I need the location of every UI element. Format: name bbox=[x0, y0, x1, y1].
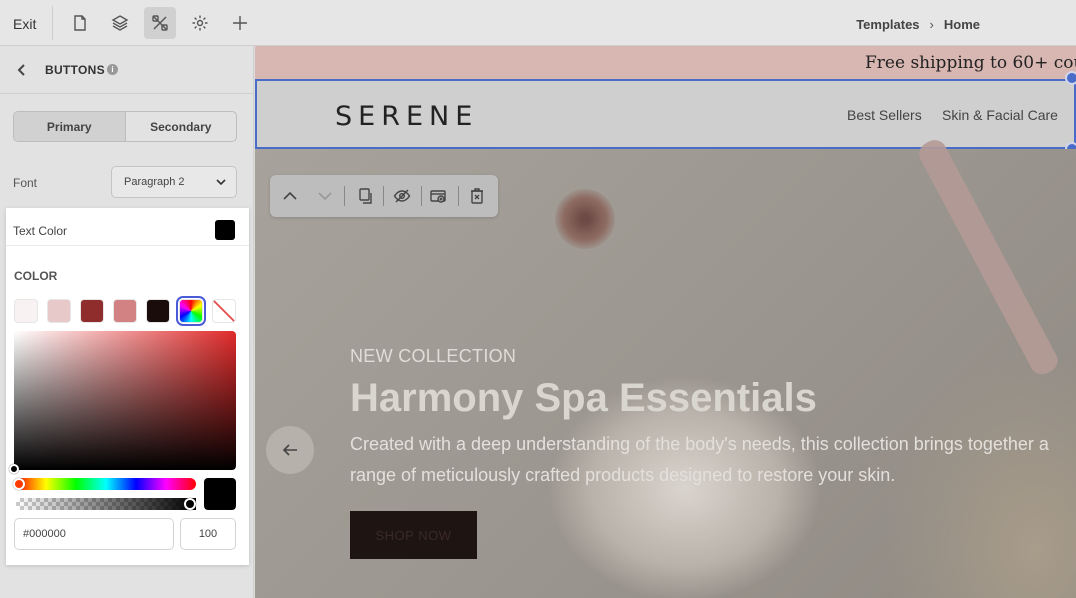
add-section-icon[interactable] bbox=[426, 184, 450, 208]
divider bbox=[52, 6, 53, 40]
hero-eyebrow: NEW COLLECTION bbox=[350, 346, 517, 366]
top-bar: Exit Templates › Home bbox=[0, 0, 1076, 46]
breadcrumb-templates[interactable]: Templates bbox=[856, 17, 919, 32]
color-preview bbox=[204, 478, 236, 510]
text-color-swatch[interactable] bbox=[215, 220, 235, 240]
design-tools-icon[interactable] bbox=[144, 7, 176, 39]
hero-image-roller bbox=[915, 135, 1062, 379]
breadcrumb-home[interactable]: Home bbox=[944, 17, 980, 32]
font-label: Font bbox=[13, 176, 38, 190]
duplicate-icon[interactable] bbox=[354, 184, 378, 208]
font-select[interactable]: Paragraph 2 bbox=[111, 166, 237, 198]
gear-icon[interactable] bbox=[184, 7, 216, 39]
hero-image-flower bbox=[555, 189, 615, 249]
color-heading: COLOR bbox=[14, 269, 58, 283]
hue-handle[interactable] bbox=[13, 478, 25, 490]
arrow-left-icon bbox=[282, 444, 297, 456]
plus-icon[interactable] bbox=[224, 7, 256, 39]
button-type-tabs: Primary Secondary bbox=[13, 111, 237, 142]
text-color-label: Text Color bbox=[13, 224, 68, 238]
delete-icon[interactable] bbox=[465, 184, 489, 208]
hero-description: Created with a deep understanding of the… bbox=[350, 434, 1049, 485]
page-icon[interactable] bbox=[64, 7, 96, 39]
divider bbox=[383, 186, 384, 206]
announcement-bar[interactable]: Free shipping to 60+ coun bbox=[255, 46, 1076, 79]
selection-handle[interactable] bbox=[1065, 71, 1076, 85]
shop-now-button[interactable]: SHOP NOW bbox=[350, 511, 477, 559]
saturation-handle[interactable] bbox=[9, 464, 19, 474]
hex-input[interactable]: #000000 bbox=[14, 518, 174, 550]
tab-secondary[interactable]: Secondary bbox=[126, 112, 237, 141]
move-up-icon[interactable] bbox=[278, 184, 302, 208]
divider bbox=[344, 186, 345, 206]
opacity-input[interactable]: 100 bbox=[180, 518, 236, 550]
hue-slider[interactable] bbox=[16, 478, 196, 490]
section-toolbar bbox=[270, 175, 498, 217]
tab-primary[interactable]: Primary bbox=[14, 112, 126, 141]
text-color-row[interactable]: Text Color bbox=[6, 208, 249, 246]
hero-title: Harmony Spa Essentials bbox=[350, 376, 817, 420]
announcement-text: Free shipping to 60+ coun bbox=[865, 53, 1076, 73]
swatch-blush[interactable] bbox=[47, 299, 71, 323]
alpha-handle[interactable] bbox=[184, 498, 196, 510]
panel-header: BUTTONS i bbox=[0, 46, 254, 94]
divider bbox=[421, 186, 422, 206]
page-canvas: Free shipping to 60+ coun SERENE Best Se… bbox=[255, 46, 1076, 598]
chevron-down-icon bbox=[216, 179, 226, 186]
move-down-icon[interactable] bbox=[313, 184, 337, 208]
site-header-selected[interactable]: SERENE Best Sellers Skin & Facial Care bbox=[255, 79, 1076, 149]
nav-best-sellers[interactable]: Best Sellers bbox=[847, 107, 922, 123]
info-icon[interactable]: i bbox=[107, 64, 118, 75]
nav-skin-facial-care[interactable]: Skin & Facial Care bbox=[942, 107, 1058, 123]
alpha-slider[interactable] bbox=[16, 498, 196, 510]
swatch-maroon[interactable] bbox=[80, 299, 104, 323]
swatch-rose[interactable] bbox=[113, 299, 137, 323]
swatch-dark-brown[interactable] bbox=[146, 299, 170, 323]
site-logo[interactable]: SERENE bbox=[335, 101, 478, 132]
exit-button[interactable]: Exit bbox=[13, 16, 36, 32]
divider bbox=[458, 186, 459, 206]
back-icon[interactable] bbox=[14, 62, 30, 78]
swatch-custom-rainbow[interactable] bbox=[176, 296, 206, 326]
swatch-none[interactable] bbox=[212, 299, 236, 323]
color-picker-popover: Text Color COLOR #000000 100 bbox=[6, 208, 249, 565]
saturation-value-area[interactable] bbox=[14, 331, 236, 470]
layers-icon[interactable] bbox=[104, 7, 136, 39]
breadcrumb: Templates › Home bbox=[856, 17, 980, 32]
panel-title: BUTTONS bbox=[45, 63, 105, 77]
chevron-right-icon: › bbox=[929, 17, 934, 32]
swatch-light-pink[interactable] bbox=[14, 299, 38, 323]
font-select-value: Paragraph 2 bbox=[124, 176, 185, 188]
carousel-prev-button[interactable] bbox=[266, 426, 314, 474]
hide-icon[interactable] bbox=[390, 184, 414, 208]
